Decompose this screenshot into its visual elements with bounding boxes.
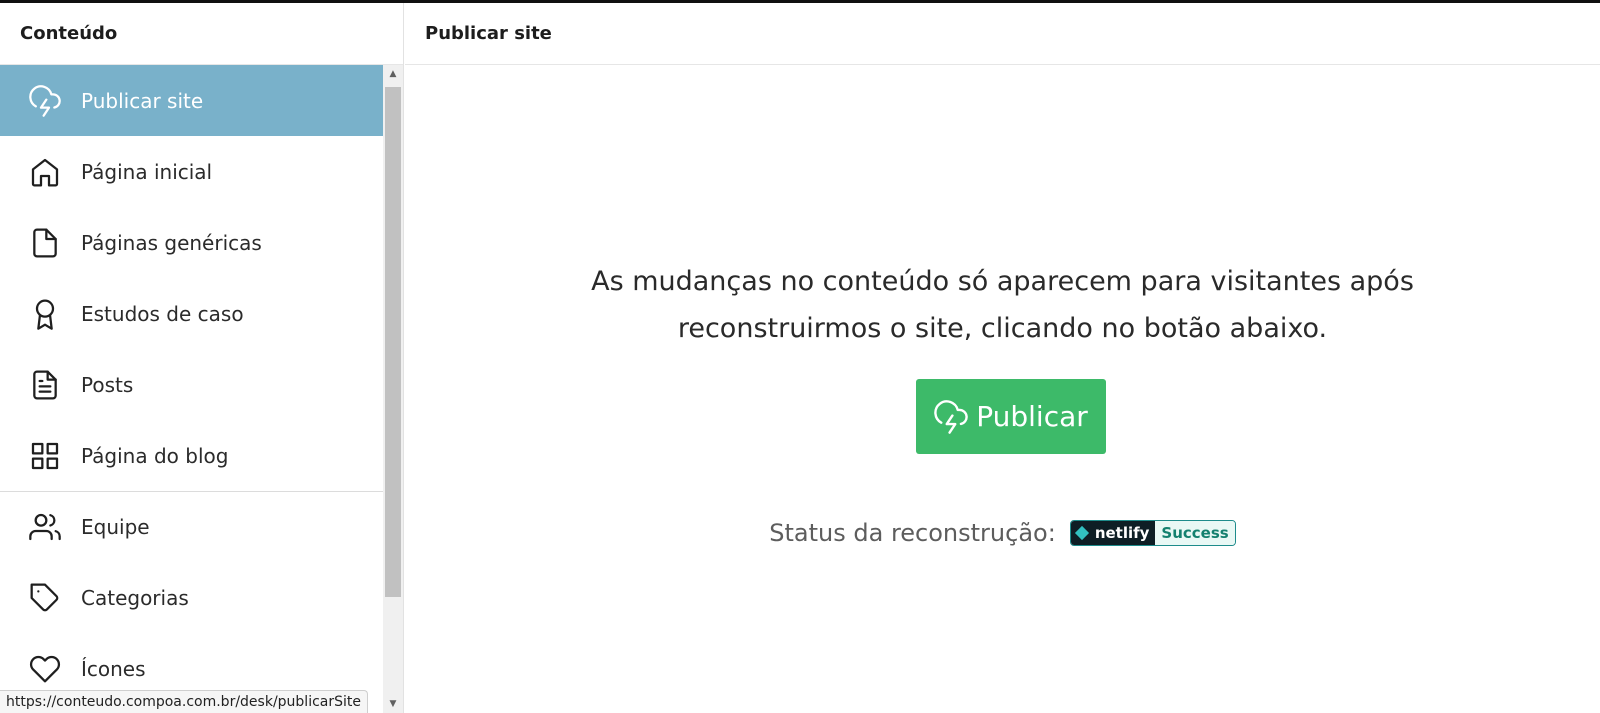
sidebar-item-label: Equipe: [81, 515, 150, 539]
publish-instructions: As mudanças no conteúdo só aparecem para…: [405, 258, 1600, 352]
netlify-logo-icon: [1074, 525, 1089, 541]
file-icon: [28, 226, 62, 260]
heart-icon: [28, 652, 62, 686]
sidebar-item-label: Posts: [81, 372, 134, 397]
build-status-row: Status da reconstrução: netlify Success: [405, 519, 1600, 547]
message-line-1: As mudanças no conteúdo só aparecem para…: [591, 266, 1414, 297]
statusbar-url: https://conteudo.compoa.com.br/desk/publ…: [0, 690, 368, 713]
sidebar-nav: Publicar site Página inicial Páginas gen…: [0, 65, 383, 713]
sidebar-item-pagina-do-blog[interactable]: Página do blog: [0, 420, 383, 491]
sidebar-item-label: Página inicial: [81, 159, 213, 184]
award-icon: [28, 297, 62, 331]
sidebar-item-label: Estudos de caso: [81, 301, 244, 326]
cloud-lightning-icon: [28, 84, 62, 118]
sidebar-title: Conteúdo: [0, 3, 403, 65]
sidebar-item-pagina-inicial[interactable]: Página inicial: [0, 136, 383, 207]
tag-icon: [28, 581, 62, 615]
home-icon: [28, 155, 62, 189]
sidebar-item-label: Ícones: [81, 656, 146, 681]
publish-button[interactable]: Publicar: [916, 379, 1106, 454]
sidebar-item-categorias[interactable]: Categorias: [0, 562, 383, 633]
message-line-2: reconstruirmos o site, clicando no botão…: [677, 313, 1328, 344]
page-title: Publicar site: [405, 3, 1600, 65]
sidebar-item-paginas-genericas[interactable]: Páginas genéricas: [0, 207, 383, 278]
badge-provider-label: netlify: [1094, 524, 1150, 542]
build-status-label: Status da reconstrução:: [769, 519, 1056, 547]
grid-icon: [28, 439, 62, 473]
sidebar-item-publicar-site[interactable]: Publicar site: [0, 65, 383, 136]
sidebar-scrollbar[interactable]: ▲ ▼: [383, 65, 403, 713]
badge-status: Success: [1155, 521, 1235, 545]
sidebar-item-label: Publicar site: [81, 88, 204, 113]
publish-button-label: Publicar: [976, 400, 1088, 433]
sidebar-item-label: Página do blog: [81, 443, 229, 468]
scrollbar-thumb[interactable]: [385, 87, 401, 597]
netlify-status-badge: netlify Success: [1069, 520, 1236, 546]
users-icon: [28, 510, 62, 544]
scroll-up-arrow-icon[interactable]: ▲: [383, 65, 403, 83]
cloud-lightning-icon: [934, 399, 968, 434]
file-text-icon: [28, 368, 62, 402]
main-panel: Publicar site As mudanças no conteúdo só…: [405, 3, 1600, 713]
sidebar-item-estudos-de-caso[interactable]: Estudos de caso: [0, 278, 383, 349]
sidebar-item-equipe[interactable]: Equipe: [0, 491, 383, 562]
badge-provider: netlify: [1070, 521, 1156, 545]
sidebar: Conteúdo Publicar site Página inicial Pá…: [0, 3, 404, 713]
scroll-down-arrow-icon[interactable]: ▼: [383, 695, 403, 713]
sidebar-item-label: Categorias: [81, 585, 189, 610]
sidebar-item-label: Páginas genéricas: [81, 230, 262, 255]
sidebar-item-posts[interactable]: Posts: [0, 349, 383, 420]
